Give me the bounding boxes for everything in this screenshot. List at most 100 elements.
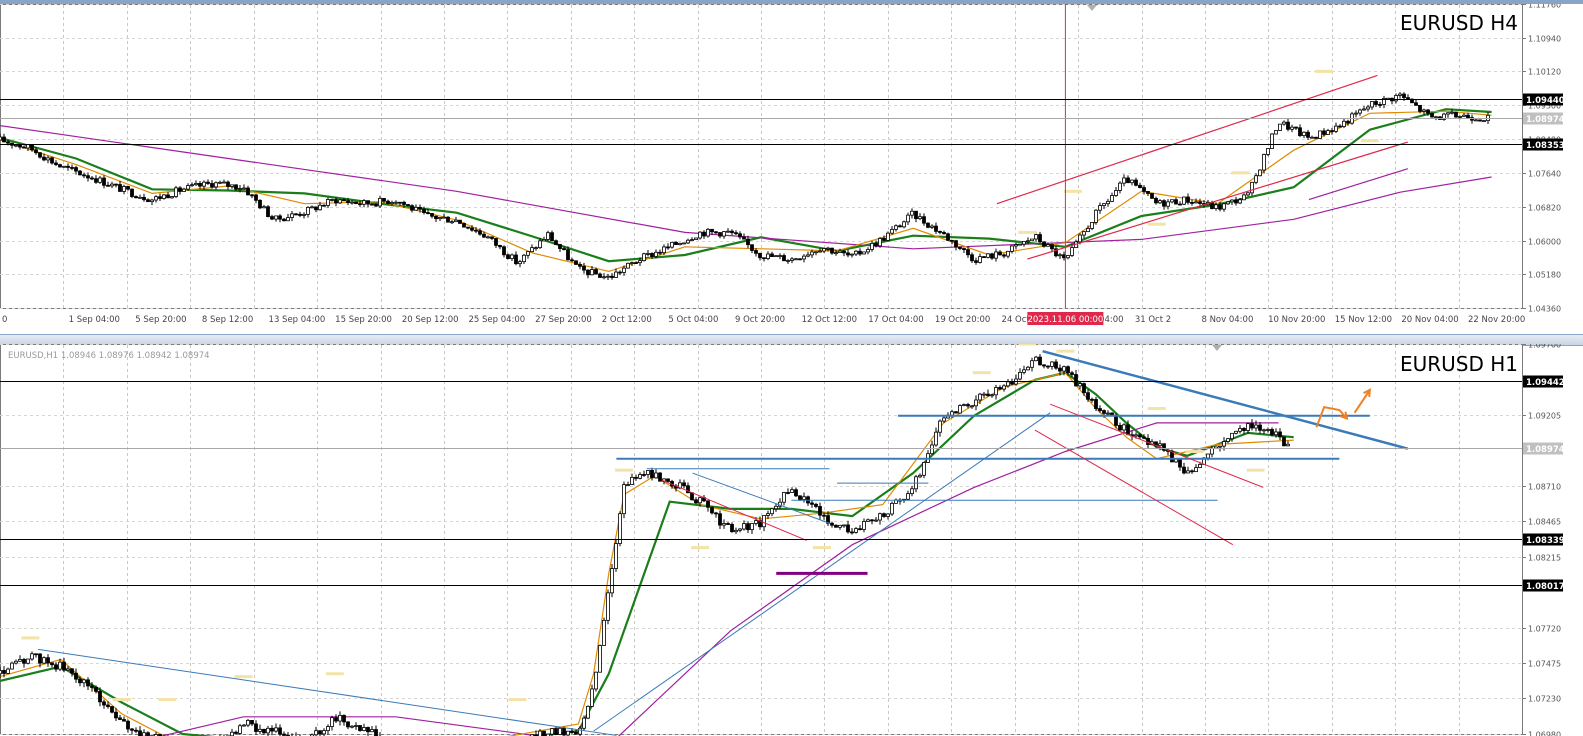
candle bbox=[230, 731, 234, 736]
candle bbox=[542, 239, 546, 242]
candle bbox=[738, 528, 742, 531]
candle bbox=[1226, 201, 1230, 205]
candle bbox=[666, 246, 670, 249]
candle bbox=[1278, 431, 1282, 438]
x-tick-label: 13 Sep 04:00 bbox=[269, 315, 326, 325]
candle bbox=[406, 204, 410, 207]
candle bbox=[1238, 428, 1242, 432]
candle bbox=[1106, 200, 1110, 205]
candle bbox=[1218, 445, 1222, 448]
candle bbox=[1022, 369, 1026, 373]
candle bbox=[266, 206, 270, 217]
candle bbox=[1458, 116, 1462, 118]
candle bbox=[510, 254, 514, 259]
candle bbox=[906, 493, 910, 500]
candle bbox=[138, 730, 142, 736]
candle bbox=[430, 213, 434, 217]
candle bbox=[458, 219, 462, 224]
x-tick-label: 8 Sep 12:00 bbox=[202, 315, 253, 325]
candle bbox=[538, 730, 542, 736]
candle bbox=[986, 393, 990, 397]
candle bbox=[234, 184, 238, 190]
price-level-label: 1.08974 bbox=[1526, 445, 1565, 455]
candle bbox=[630, 262, 634, 264]
candle bbox=[974, 260, 978, 263]
candle bbox=[294, 213, 298, 216]
candle bbox=[1370, 101, 1374, 108]
candle bbox=[522, 254, 526, 263]
candle bbox=[614, 271, 618, 278]
candle bbox=[422, 208, 426, 213]
candle bbox=[994, 387, 998, 396]
candle bbox=[1194, 201, 1198, 204]
candle bbox=[310, 206, 314, 209]
candle bbox=[790, 489, 794, 493]
candle bbox=[770, 253, 774, 257]
candle bbox=[862, 520, 866, 530]
candle bbox=[930, 444, 934, 455]
candle bbox=[30, 144, 34, 151]
candle bbox=[1290, 126, 1294, 130]
candle bbox=[766, 253, 770, 259]
candle bbox=[818, 506, 822, 516]
candle bbox=[38, 653, 42, 664]
candle bbox=[1482, 120, 1486, 123]
chart-info-line: EURUSD,H1 1.08946 1.08976 1.08942 1.0897… bbox=[8, 351, 210, 361]
candle bbox=[438, 217, 442, 220]
candle bbox=[990, 253, 994, 259]
candle bbox=[810, 251, 814, 256]
candle bbox=[34, 653, 38, 656]
candle bbox=[1034, 356, 1038, 362]
candle bbox=[414, 206, 418, 211]
candle bbox=[1322, 130, 1326, 135]
candle bbox=[742, 236, 746, 240]
candle bbox=[346, 721, 350, 728]
candle bbox=[1414, 102, 1418, 106]
candle bbox=[262, 728, 266, 734]
x-tick-label: 8 Nov 04:00 bbox=[1201, 315, 1253, 325]
candle bbox=[362, 727, 366, 731]
candle bbox=[498, 244, 502, 248]
candle bbox=[26, 144, 30, 149]
candle bbox=[446, 216, 450, 223]
candle bbox=[1098, 205, 1102, 211]
h1-chart[interactable]: 1.09700 1.09442 1.09205 1.08974 1.08710 1.084… bbox=[0, 344, 1583, 736]
candle bbox=[1282, 121, 1286, 125]
candle bbox=[70, 668, 74, 674]
h4-chart[interactable]: 1.117601.109401.101201.093001.084801.076… bbox=[0, 4, 1583, 334]
candle bbox=[1306, 131, 1310, 138]
candle bbox=[0, 670, 2, 675]
candle bbox=[934, 431, 938, 446]
candle bbox=[1006, 250, 1010, 257]
candle bbox=[514, 254, 518, 265]
candle bbox=[814, 503, 818, 507]
candle bbox=[1186, 196, 1190, 203]
candle bbox=[1078, 234, 1082, 243]
candle bbox=[1274, 130, 1278, 135]
candle bbox=[890, 502, 894, 515]
candle bbox=[94, 178, 98, 183]
candle bbox=[166, 194, 170, 199]
candle bbox=[842, 250, 846, 254]
candle bbox=[1274, 431, 1278, 436]
candle bbox=[494, 238, 498, 246]
candle bbox=[1158, 443, 1162, 447]
candle bbox=[934, 225, 938, 232]
candle bbox=[370, 729, 374, 733]
candle bbox=[274, 215, 278, 220]
candle bbox=[874, 519, 878, 522]
candle bbox=[530, 247, 534, 253]
candle bbox=[650, 470, 654, 479]
y-tick-label: 1.10940 bbox=[1528, 35, 1561, 44]
candle bbox=[754, 250, 758, 254]
candle bbox=[50, 157, 54, 164]
x-tick-label: 27 Sep 20:00 bbox=[535, 315, 592, 325]
candle bbox=[758, 252, 762, 259]
candle bbox=[1034, 234, 1038, 240]
fractal-mark bbox=[1246, 468, 1265, 472]
candle bbox=[1102, 203, 1106, 206]
candle bbox=[1218, 204, 1222, 210]
x-tick-label: 0 bbox=[2, 315, 7, 325]
candle bbox=[342, 714, 346, 723]
candle bbox=[1242, 194, 1246, 201]
